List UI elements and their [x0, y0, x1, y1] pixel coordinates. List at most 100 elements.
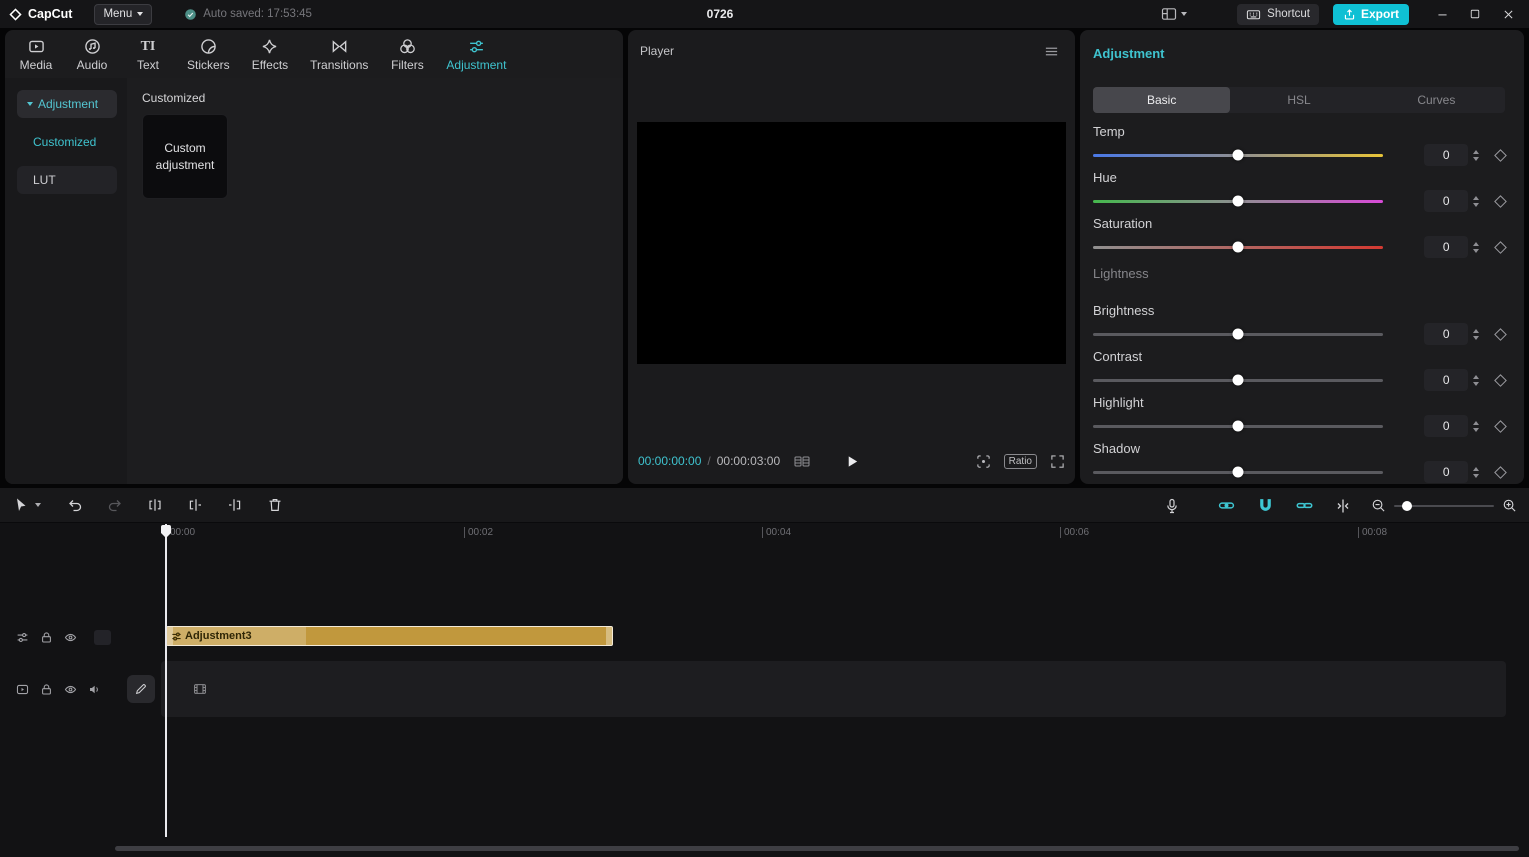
tab-media[interactable]: Media — [19, 37, 53, 78]
slider-thumb[interactable] — [1233, 421, 1244, 432]
slider-thumb[interactable] — [1233, 375, 1244, 386]
main-track-magnet-icon[interactable] — [1218, 497, 1235, 514]
slider-thumb[interactable] — [1402, 501, 1412, 511]
slider-thumb[interactable] — [1233, 150, 1244, 161]
keyframe-icon[interactable] — [1494, 466, 1507, 479]
minimize-button[interactable] — [1429, 4, 1455, 24]
split-clip-icon[interactable] — [147, 497, 163, 513]
chevron-down-icon[interactable] — [35, 503, 41, 507]
maximize-button[interactable] — [1462, 4, 1488, 24]
zoom-in-icon[interactable] — [1502, 498, 1517, 513]
keyframe-icon[interactable] — [1494, 195, 1507, 208]
hue-stepper[interactable] — [1473, 196, 1479, 207]
fullscreen-icon[interactable] — [1050, 454, 1065, 469]
zoom-out-icon[interactable] — [1371, 498, 1386, 513]
saturation-slider[interactable] — [1093, 246, 1383, 249]
delete-right-icon[interactable] — [227, 497, 243, 513]
brightness-value-input[interactable]: 0 — [1424, 323, 1468, 345]
ruler-mark: 00:02 — [464, 527, 493, 538]
shortcut-button[interactable]: Shortcut — [1237, 4, 1319, 25]
saturation-stepper[interactable] — [1473, 242, 1479, 253]
play-button[interactable] — [844, 454, 859, 469]
video-preview[interactable] — [637, 122, 1066, 364]
chevron-down-icon — [137, 12, 143, 16]
workspace-layout-button[interactable] — [1161, 6, 1187, 22]
slider-thumb[interactable] — [1233, 467, 1244, 478]
timeline-tracks-area[interactable]: 00:00 00:02 00:04 00:06 00:08 — [0, 524, 1529, 857]
highlight-stepper[interactable] — [1473, 421, 1479, 432]
delete-left-icon[interactable] — [187, 497, 203, 513]
sidebar-item-adjustment[interactable]: Adjustment — [17, 90, 117, 118]
timeline-zoom-slider[interactable] — [1394, 505, 1494, 507]
tab-filters[interactable]: Filters — [390, 37, 424, 78]
shadow-stepper[interactable] — [1473, 467, 1479, 478]
select-tool-icon[interactable] — [13, 497, 29, 513]
hue-value-input[interactable]: 0 — [1424, 190, 1468, 212]
tab-audio[interactable]: Audio — [75, 37, 109, 78]
shadow-slider[interactable] — [1093, 471, 1383, 474]
tab-stickers[interactable]: Stickers — [187, 37, 230, 78]
keyframe-icon[interactable] — [1494, 241, 1507, 254]
tab-effects[interactable]: Effects — [252, 37, 288, 78]
clip-adjustment3[interactable]: Adjustment3 — [166, 626, 613, 646]
keyframe-icon[interactable] — [1494, 328, 1507, 341]
link-clips-icon[interactable] — [1296, 497, 1313, 514]
focus-icon[interactable] — [976, 454, 991, 469]
document-title: 0726 — [660, 7, 780, 21]
record-voiceover-icon[interactable] — [1164, 498, 1180, 514]
tab-text[interactable]: TI Text — [131, 37, 165, 78]
edit-cover-button[interactable] — [127, 675, 155, 703]
menu-button[interactable]: Menu — [94, 4, 152, 25]
preview-axis-icon[interactable] — [1335, 498, 1351, 514]
saturation-value-input[interactable]: 0 — [1424, 236, 1468, 258]
slider-thumb[interactable] — [1233, 329, 1244, 340]
timeline-horizontal-scrollbar[interactable] — [115, 846, 1519, 851]
tab-hsl[interactable]: HSL — [1230, 87, 1367, 113]
redo-icon[interactable] — [107, 497, 123, 513]
temp-value-input[interactable]: 0 — [1424, 144, 1468, 166]
keyframe-icon[interactable] — [1494, 149, 1507, 162]
lock-icon[interactable] — [40, 631, 53, 644]
ratio-button[interactable]: Ratio — [1004, 454, 1037, 469]
temp-slider[interactable] — [1093, 154, 1383, 157]
highlight-slider[interactable] — [1093, 425, 1383, 428]
mute-icon[interactable] — [88, 683, 101, 696]
tab-basic[interactable]: Basic — [1093, 87, 1230, 113]
player-menu-icon[interactable] — [1044, 44, 1059, 59]
export-button[interactable]: Export — [1333, 4, 1409, 25]
contrast-stepper[interactable] — [1473, 375, 1479, 386]
auto-snap-icon[interactable] — [1257, 497, 1274, 514]
clip-trim-handle-right[interactable] — [606, 627, 612, 645]
adjustment-icon — [16, 631, 29, 644]
contrast-value-input[interactable]: 0 — [1424, 369, 1468, 391]
hue-slider[interactable] — [1093, 200, 1383, 203]
brightness-stepper[interactable] — [1473, 329, 1479, 340]
slider-thumb[interactable] — [1233, 242, 1244, 253]
slider-highlight: Highlight 0 — [1093, 395, 1505, 441]
tab-transitions[interactable]: Transitions — [310, 37, 368, 78]
highlight-value-input[interactable]: 0 — [1424, 415, 1468, 437]
sidebar-item-customized[interactable]: Customized — [33, 132, 127, 152]
resource-sidebar: Adjustment Customized LUT — [5, 78, 127, 484]
contrast-slider[interactable] — [1093, 379, 1383, 382]
close-button[interactable] — [1495, 4, 1521, 24]
sidebar-item-lut[interactable]: LUT — [17, 166, 117, 194]
tab-adjustment[interactable]: Adjustment — [446, 37, 506, 78]
delete-icon[interactable] — [267, 497, 283, 513]
undo-icon[interactable] — [67, 497, 83, 513]
slider-contrast: Contrast 0 — [1093, 349, 1505, 395]
lock-icon[interactable] — [40, 683, 53, 696]
custom-adjustment-card[interactable]: Custom adjustment — [142, 114, 228, 199]
keyframe-icon[interactable] — [1494, 374, 1507, 387]
brightness-slider[interactable] — [1093, 333, 1383, 336]
main-video-track[interactable] — [161, 661, 1506, 717]
eye-icon[interactable] — [64, 683, 77, 696]
temp-stepper[interactable] — [1473, 150, 1479, 161]
keyframe-icon[interactable] — [1494, 420, 1507, 433]
frame-preview-icon[interactable] — [794, 453, 810, 469]
slider-thumb[interactable] — [1233, 196, 1244, 207]
tab-curves[interactable]: Curves — [1368, 87, 1505, 113]
eye-icon[interactable] — [64, 631, 77, 644]
shadow-value-input[interactable]: 0 — [1424, 461, 1468, 483]
current-time: 00:00:00:00 — [638, 454, 701, 468]
